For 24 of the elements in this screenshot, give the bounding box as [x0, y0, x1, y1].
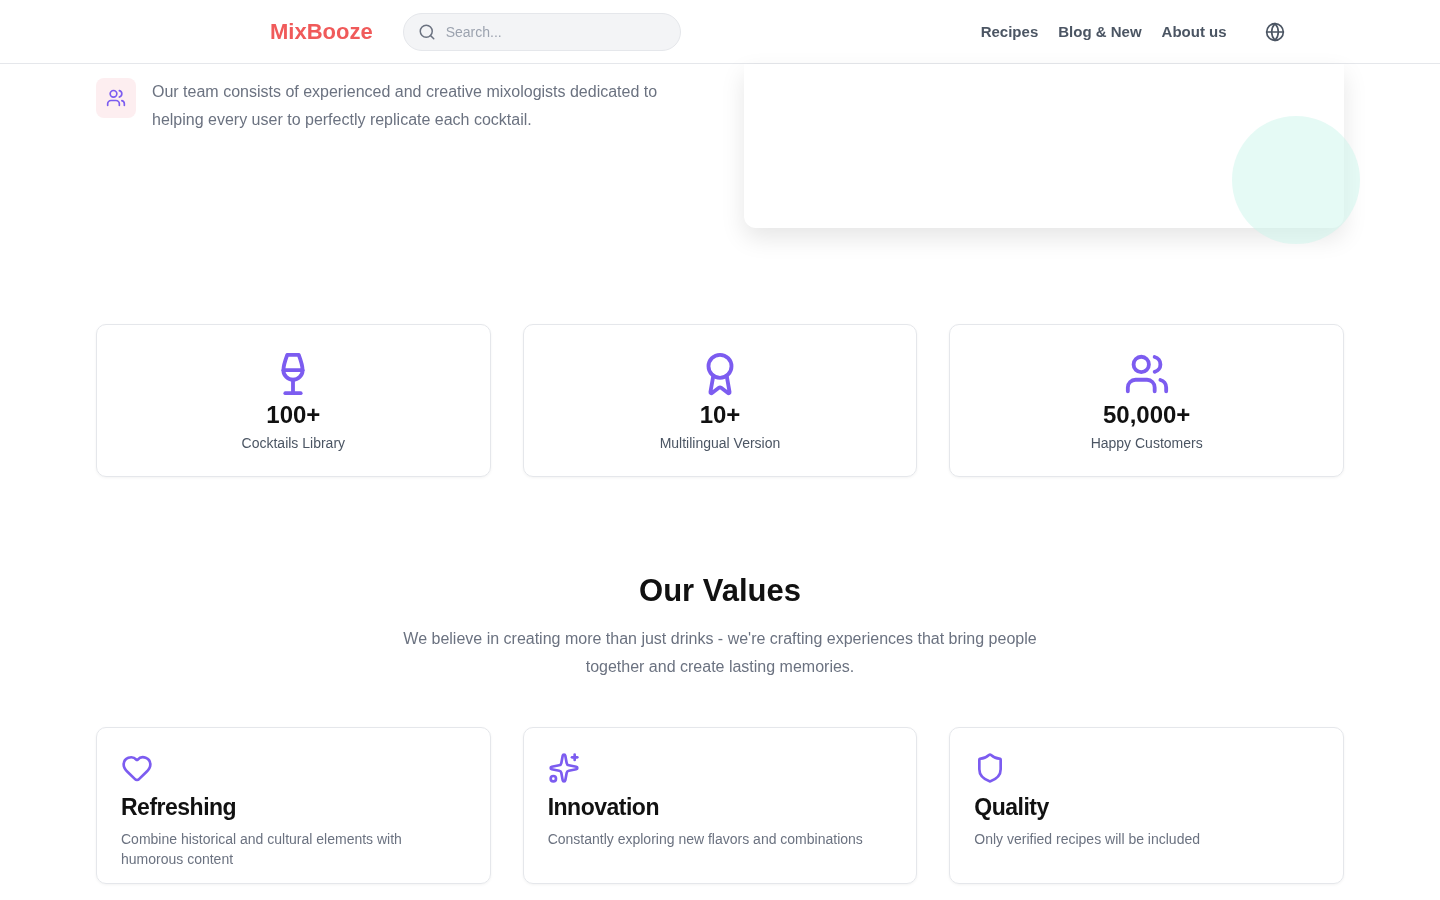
stat-value: 10+	[699, 400, 741, 429]
stat-label: Happy Customers	[1090, 434, 1203, 451]
section-title: Our Values	[638, 573, 802, 609]
search-icon	[417, 22, 436, 41]
nav-link[interactable]: Recipes	[980, 23, 1039, 40]
value-title: Innovation	[547, 794, 660, 821]
nav-link[interactable]: Blog & New	[1058, 23, 1142, 40]
sparkle-icon	[547, 752, 580, 784]
value-text: Only verified recipes will be included	[974, 830, 1201, 849]
stat-value: 50,000+	[1102, 400, 1191, 429]
search-input[interactable]: Search...	[443, 22, 666, 41]
search-field[interactable]: Search...	[402, 12, 681, 51]
value-text: Constantly exploring new flavors and combinations	[547, 830, 864, 849]
value-text: Combine historical and cultural elements with humorous content	[121, 830, 403, 869]
stat-label: Multilingual Version	[659, 434, 781, 451]
value-title: Refreshing	[121, 794, 238, 821]
feature-description: Our team consists of experienced and creative mixologists dedicated to helping every user to perfectly replicate each cocktail.	[152, 82, 659, 130]
section-subtitle: We believe in creating more than just drinks - we're crafting experiences that bring people together and create lasting memories.	[402, 629, 1038, 677]
nav-link[interactable]: About us	[1161, 23, 1227, 40]
people-icon	[96, 78, 136, 118]
globe-icon[interactable]	[1264, 21, 1285, 42]
stat-value: 100+	[266, 400, 321, 429]
stat-label: Cocktails Library	[241, 434, 346, 451]
value-title: Quality	[974, 794, 1050, 821]
